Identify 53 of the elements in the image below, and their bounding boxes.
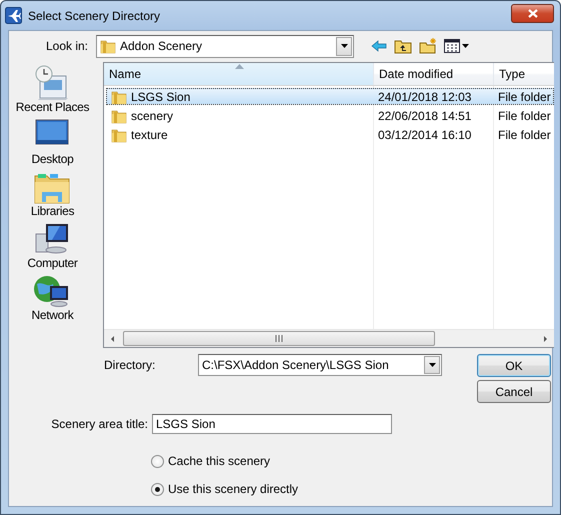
back-arrow-icon <box>371 38 387 54</box>
window-title: Select Scenery Directory <box>28 8 162 22</box>
close-icon <box>528 9 538 18</box>
directory-dropdown[interactable]: C:\FSX\Addon Scenery\LSGS Sion <box>198 354 442 376</box>
scenery-title-field[interactable]: LSGS Sion <box>152 414 392 434</box>
look-in-label: Look in: <box>46 39 88 53</box>
dialog-button[interactable]: Cancel <box>477 380 551 403</box>
folder-icon <box>111 108 127 124</box>
radio-button[interactable] <box>151 482 164 496</box>
new-folder-icon <box>419 38 437 54</box>
radio-button[interactable] <box>151 454 164 468</box>
file-name: LSGS Sion <box>131 90 190 104</box>
dropdown-button[interactable] <box>336 36 352 56</box>
folder-icon <box>111 88 127 104</box>
scenery-title-label: Scenery area title: <box>51 417 148 431</box>
file-row[interactable]: texture 03/12/2014 16:10 File folder <box>106 126 554 143</box>
place-item[interactable]: Network <box>32 308 74 322</box>
close-button[interactable] <box>511 4 554 23</box>
caret-icon <box>340 44 348 48</box>
column-header[interactable]: Date modified <box>374 63 494 85</box>
folder-icon <box>111 126 127 142</box>
date-modified: 03/12/2014 16:10 <box>378 128 472 142</box>
up-folder-icon <box>394 38 412 54</box>
look-in-dropdown[interactable]: Addon Scenery <box>96 34 354 58</box>
sort-arrow-icon <box>234 64 244 69</box>
caret-icon <box>428 363 436 367</box>
file-row[interactable]: scenery 22/06/2018 14:51 File folder <box>106 107 554 124</box>
file-type: File folder <box>498 128 551 142</box>
option-label[interactable]: Use this scenery directly <box>168 482 298 496</box>
date-modified: 22/06/2018 14:51 <box>378 108 472 122</box>
date-modified: 24/01/2018 12:03 <box>378 90 472 104</box>
dialog-button[interactable]: OK <box>477 354 551 377</box>
file-row[interactable]: LSGS Sion 24/01/2018 12:03 File folder <box>106 88 554 105</box>
right-arrow-icon <box>544 336 547 342</box>
file-type: File folder <box>498 90 551 104</box>
dropdown-button[interactable] <box>424 356 440 374</box>
file-type: File folder <box>498 108 551 122</box>
directory-label: Directory: <box>104 358 156 372</box>
place-item[interactable]: Desktop <box>32 152 74 166</box>
grip-icon <box>274 335 284 342</box>
file-name: texture <box>131 128 168 142</box>
view-menu-icon <box>444 39 469 53</box>
left-arrow-icon <box>111 336 114 342</box>
place-item[interactable]: Computer <box>27 256 78 270</box>
column-header[interactable]: Name <box>104 63 374 85</box>
place-item[interactable]: Libraries <box>30 204 74 218</box>
airplane-icon <box>5 7 22 24</box>
option-label[interactable]: Cache this scenery <box>168 454 270 468</box>
file-name: scenery <box>131 108 174 122</box>
place-item[interactable]: Recent Places <box>16 100 90 114</box>
horizontal-scrollbar[interactable] <box>104 329 554 347</box>
column-header[interactable]: Type <box>494 63 554 85</box>
folder-icon <box>100 38 116 54</box>
